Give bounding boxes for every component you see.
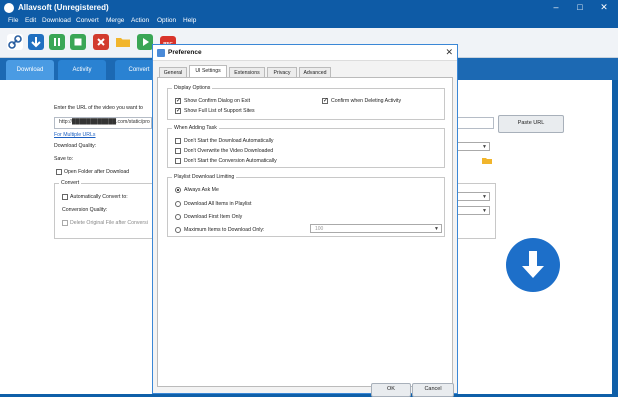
big-download-button[interactable] xyxy=(506,238,560,292)
menu-convert[interactable]: Convert xyxy=(76,17,99,24)
max-items-value: 100 xyxy=(315,226,324,232)
close-window-button[interactable]: ✕ xyxy=(594,1,614,14)
preference-dialog: Preference ✕ General UI Settings Extensi… xyxy=(152,44,458,397)
tab-activity[interactable]: Activity xyxy=(58,60,106,80)
show-full-list-checkbox[interactable] xyxy=(175,107,181,114)
stop-icon[interactable] xyxy=(70,34,86,50)
url-input-right-part[interactable] xyxy=(456,117,494,129)
max-items-radio[interactable] xyxy=(175,227,181,233)
download-quality-label: Download Quality: xyxy=(54,143,97,149)
download-all-label: Download All Items in Playlist xyxy=(184,201,252,207)
window-title: Allavsoft (Unregistered) xyxy=(18,3,109,12)
menu-edit[interactable]: Edit xyxy=(25,17,36,24)
no-auto-convert-checkbox[interactable] xyxy=(175,158,181,164)
no-auto-download-checkbox[interactable] xyxy=(175,138,181,144)
no-overwrite-label: Don't Overwrite the Video Downloaded xyxy=(184,148,274,154)
tab-extensions[interactable]: Extensions xyxy=(229,67,265,77)
tab-ui-settings[interactable]: UI Settings xyxy=(189,65,227,77)
delete-original-checkbox[interactable] xyxy=(62,220,68,226)
no-overwrite-checkbox[interactable] xyxy=(175,148,181,154)
tab-download[interactable]: Download xyxy=(6,60,54,80)
open-folder-checkbox[interactable] xyxy=(56,169,62,175)
tab-advanced[interactable]: Advanced xyxy=(299,67,331,77)
playlist-limiting-title: Playlist Download Limiting xyxy=(172,174,237,180)
ui-settings-panel: Display Options Show Confirm Dialog on E… xyxy=(157,77,453,387)
chevron-down-icon: ▼ xyxy=(482,144,487,150)
max-items-label: Maximum Items to Download Only: xyxy=(184,227,265,233)
first-item-label: Download First Item Only xyxy=(184,214,243,220)
download-all-radio[interactable] xyxy=(175,201,181,207)
always-ask-label: Always Ask Me xyxy=(184,187,219,193)
delete-original-label: Delete Original File after Conversi xyxy=(70,220,148,226)
chevron-down-icon: ▼ xyxy=(434,226,439,232)
pause-icon[interactable] xyxy=(49,34,65,50)
confirm-delete-label: Confirm when Deleting Activity xyxy=(331,98,402,104)
always-ask-radio[interactable] xyxy=(175,187,181,193)
menu-bar: File Edit Download Convert Merge Action … xyxy=(0,16,618,28)
folder-icon[interactable] xyxy=(115,34,131,50)
title-bar: Allavsoft (Unregistered) – □ ✕ xyxy=(0,0,618,16)
menu-action[interactable]: Action xyxy=(131,17,149,24)
close-icon[interactable]: ✕ xyxy=(445,47,453,58)
display-options-group: Display Options Show Confirm Dialog on E… xyxy=(167,85,445,120)
paste-url-button[interactable]: Paste URL xyxy=(498,115,564,133)
dialog-title-bar: Preference ✕ xyxy=(153,45,457,61)
download-quality-dropdown[interactable]: ▼ xyxy=(456,142,490,151)
playlist-limiting-group: Playlist Download Limiting Always Ask Me… xyxy=(167,174,445,237)
confirm-delete-checkbox[interactable] xyxy=(322,97,328,104)
no-auto-convert-label: Don't Start the Conversion Automatically xyxy=(184,158,277,164)
auto-convert-checkbox[interactable] xyxy=(62,194,68,200)
preference-icon xyxy=(157,49,165,57)
minimize-button[interactable]: – xyxy=(546,1,566,14)
first-item-radio[interactable] xyxy=(175,214,181,220)
app-logo-icon xyxy=(4,3,14,13)
folder-browse-icon[interactable] xyxy=(482,157,492,164)
when-adding-task-group: When Adding Task Don't Start the Downloa… xyxy=(167,125,445,168)
menu-help[interactable]: Help xyxy=(183,17,196,24)
ok-button[interactable]: OK xyxy=(371,383,411,397)
auto-convert-label: Automatically Convert to: xyxy=(70,194,128,200)
max-items-dropdown[interactable]: 100 ▼ xyxy=(310,224,442,233)
menu-download[interactable]: Download xyxy=(42,17,71,24)
play-icon[interactable] xyxy=(137,34,153,50)
show-confirm-exit-label: Show Confirm Dialog on Exit xyxy=(184,98,251,104)
link-icon[interactable] xyxy=(7,34,23,50)
display-options-title: Display Options xyxy=(172,85,213,91)
show-full-list-label: Show Full List of Support Sites xyxy=(184,108,255,114)
delete-icon[interactable] xyxy=(93,34,109,50)
convert-group-right-edge xyxy=(458,183,496,239)
tab-privacy[interactable]: Privacy xyxy=(267,67,297,77)
dialog-title: Preference xyxy=(168,49,202,56)
menu-file[interactable]: File xyxy=(8,17,18,24)
no-auto-download-label: Don't Start the Download Automatically xyxy=(184,138,274,144)
maximize-button[interactable]: □ xyxy=(570,1,590,14)
convert-group-title: Convert xyxy=(59,180,82,186)
url-prompt-label: Enter the URL of the video you want to xyxy=(54,105,143,111)
cancel-button[interactable]: Cancel xyxy=(412,383,454,397)
open-folder-label: Open Folder after Download xyxy=(64,169,130,175)
when-adding-task-title: When Adding Task xyxy=(172,125,219,131)
menu-merge[interactable]: Merge xyxy=(106,17,124,24)
tab-general[interactable]: General xyxy=(159,67,187,77)
download-icon[interactable] xyxy=(28,34,44,50)
show-confirm-exit-checkbox[interactable] xyxy=(175,97,181,104)
url-input[interactable]: http://████████████.com/static/pro xyxy=(54,117,152,129)
url-value: http://████████████.com/static/pro xyxy=(59,119,150,125)
window-edge xyxy=(612,80,618,394)
multiple-urls-link[interactable]: For Multiple URLs xyxy=(54,132,96,138)
conversion-quality-label: Conversion Quality: xyxy=(62,207,108,213)
menu-option[interactable]: Option xyxy=(157,17,176,24)
save-to-label: Save to: xyxy=(54,156,74,162)
